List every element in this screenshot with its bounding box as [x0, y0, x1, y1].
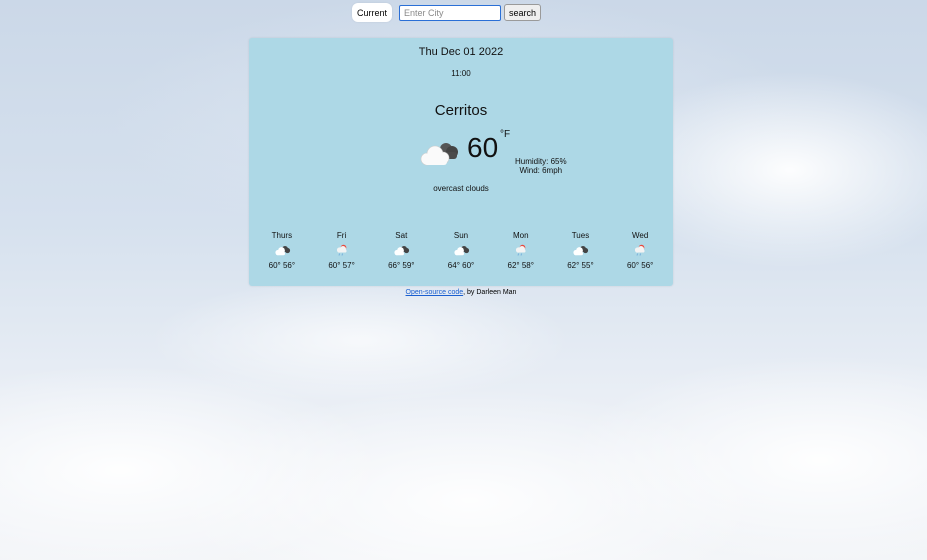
current-location-button[interactable]: Current	[352, 3, 393, 22]
forecast-day-name: Wed	[632, 231, 649, 240]
forecast-temps: 62° 55°	[567, 261, 594, 270]
city-search-input[interactable]	[399, 4, 502, 21]
forecast-day-name: Sun	[453, 231, 469, 240]
forecast-day: Mon 62° 58°	[491, 231, 551, 270]
current-date: Thu Dec 01 2022	[418, 46, 504, 58]
broken-clouds-icon	[392, 244, 410, 258]
forecast-row: Thurs 60° 56° Fri 60° 57° Sat 66° 59° Su…	[252, 231, 670, 270]
forecast-temps: 64° 60°	[447, 261, 475, 270]
forecast-day: Sat 66° 59°	[371, 231, 431, 270]
forecast-day-name: Thurs	[271, 231, 293, 240]
footer: Open-source code, by Darleen Man	[0, 289, 922, 296]
search-bar: Current search	[352, 3, 542, 22]
broken-clouds-icon	[571, 244, 589, 258]
forecast-day: Tues 62° 55°	[551, 231, 611, 270]
forecast-temps: 66° 59°	[388, 261, 415, 270]
rain-icon	[631, 244, 649, 258]
forecast-day-name: Sat	[395, 231, 408, 240]
forecast-day: Wed 60° 56°	[610, 231, 670, 270]
city-name: Cerritos	[434, 102, 488, 119]
forecast-day: Sun 64° 60°	[431, 231, 491, 270]
broken-clouds-icon	[273, 244, 291, 258]
current-temperature: 60	[467, 132, 499, 163]
forecast-day: Fri 60° 57°	[312, 231, 372, 270]
rain-icon	[512, 244, 530, 258]
current-time: 11:00	[451, 69, 471, 78]
footer-author: , by Darleen Man	[463, 289, 517, 296]
forecast-temps: 60° 57°	[328, 261, 355, 270]
weather-description: overcast clouds	[433, 184, 489, 193]
rain-icon	[333, 244, 351, 258]
forecast-day: Thurs 60° 56°	[252, 231, 312, 270]
forecast-temps: 62° 58°	[507, 261, 534, 270]
open-source-link[interactable]: Open-source code	[406, 289, 464, 296]
weather-card: Thu Dec 01 2022 11:00 Cerritos 60 °F Hum…	[249, 38, 673, 286]
forecast-day-name: Mon	[512, 231, 529, 240]
forecast-day-name: Tues	[571, 231, 590, 240]
forecast-temps: 60° 56°	[268, 261, 296, 270]
weather-stats: Humidity: 65% Wind: 6mph	[515, 157, 567, 175]
forecast-day-name: Fri	[336, 231, 347, 240]
forecast-temps: 60° 56°	[626, 261, 654, 270]
broken-clouds-icon	[417, 139, 461, 172]
search-button[interactable]: search	[504, 4, 542, 21]
humidity-text: Humidity: 65%	[515, 157, 567, 166]
wind-text: Wind: 6mph	[519, 166, 563, 175]
temperature-unit: °F	[500, 129, 511, 140]
broken-clouds-icon	[452, 244, 470, 258]
